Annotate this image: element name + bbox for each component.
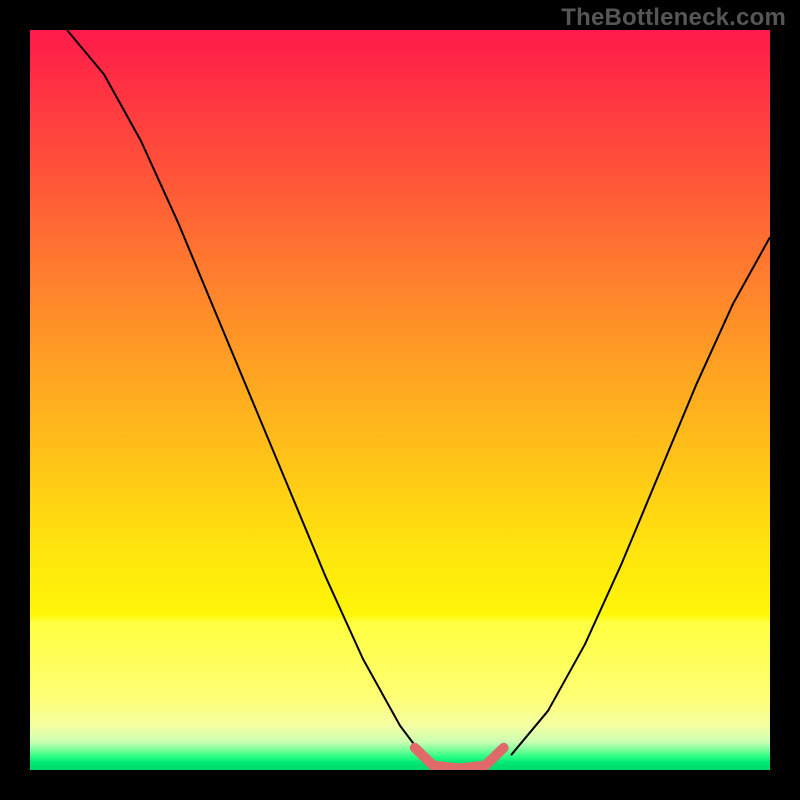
series-black-right bbox=[511, 237, 770, 755]
curve-layer bbox=[30, 30, 770, 770]
plot-area bbox=[30, 30, 770, 770]
series-black-left bbox=[67, 30, 422, 755]
watermark-text: TheBottleneck.com bbox=[561, 4, 786, 32]
series-pink-trough bbox=[415, 748, 504, 769]
chart-frame: TheBottleneck.com bbox=[0, 0, 800, 800]
